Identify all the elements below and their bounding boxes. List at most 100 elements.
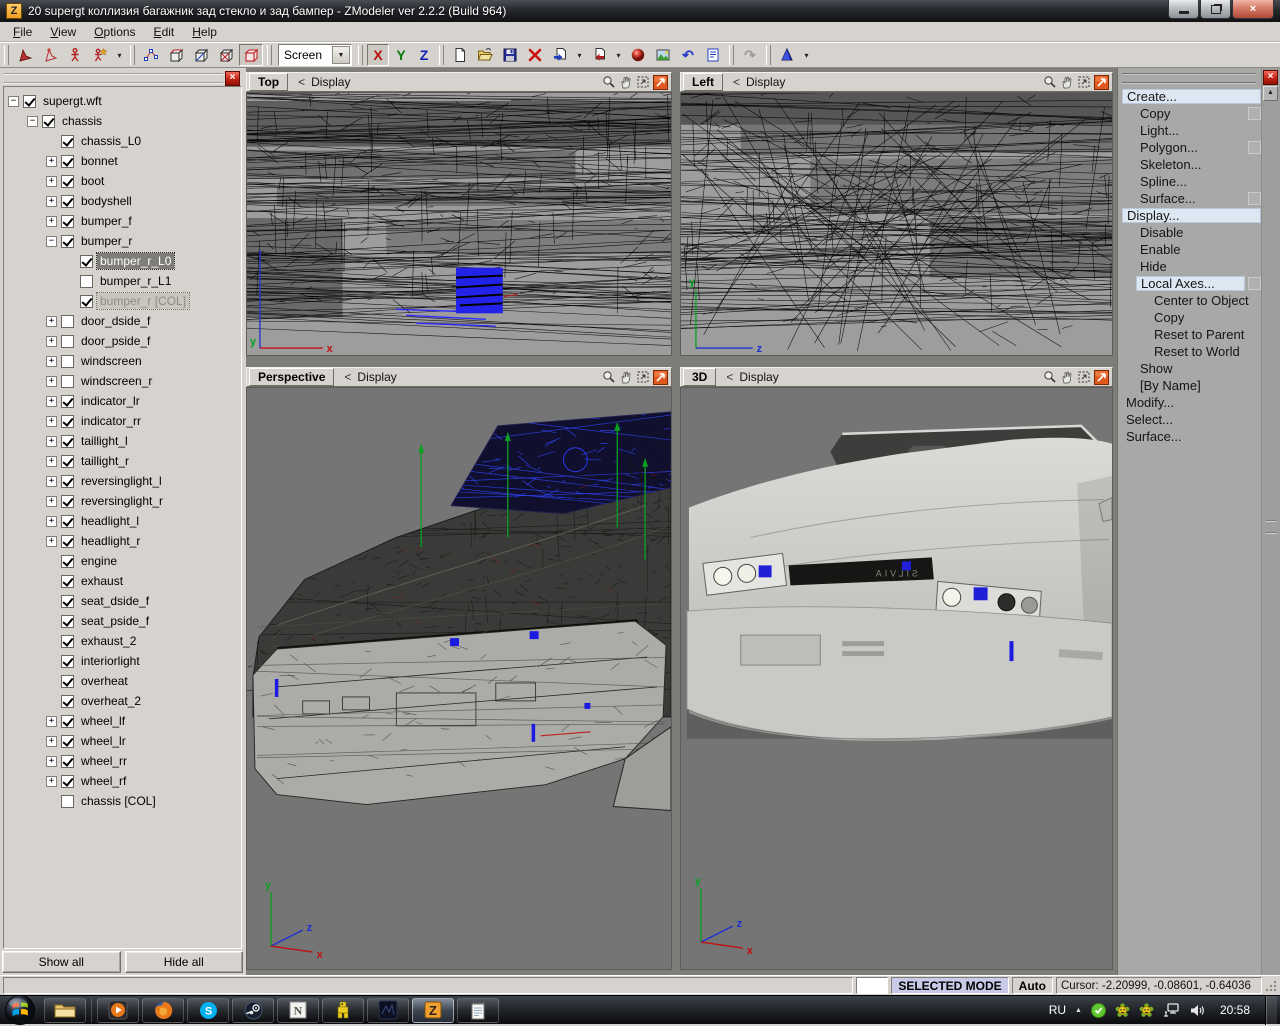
- pan-hand-icon[interactable]: [1060, 370, 1074, 384]
- visibility-checkbox[interactable]: [23, 95, 36, 108]
- tree-item-label[interactable]: overheat_2: [78, 693, 144, 709]
- viewport-mode-label[interactable]: Display: [739, 370, 778, 384]
- material-sphere-button[interactable]: [626, 44, 650, 66]
- command-show[interactable]: Show: [1122, 360, 1261, 377]
- visibility-checkbox[interactable]: [61, 155, 74, 168]
- flower-icon[interactable]: [1115, 1003, 1130, 1018]
- expand-plus-icon[interactable]: +: [46, 176, 57, 187]
- menu-help[interactable]: Help: [183, 23, 226, 41]
- tree-item-bumper_r_l1[interactable]: bumper_r_L1: [4, 271, 241, 291]
- expand-plus-icon[interactable]: +: [46, 736, 57, 747]
- commands-panel-close-icon[interactable]: ×: [1263, 70, 1278, 85]
- tree-item-bumper_r[interactable]: −bumper_r: [4, 231, 241, 251]
- expand-plus-icon[interactable]: +: [46, 776, 57, 787]
- command-label[interactable]: Copy: [1150, 310, 1261, 325]
- minimize-button[interactable]: [1168, 0, 1199, 19]
- viewport-back-arrow[interactable]: <: [733, 75, 740, 89]
- expand-plus-icon[interactable]: +: [46, 756, 57, 767]
- tree-item-label[interactable]: seat_dside_f: [78, 593, 152, 609]
- visibility-checkbox[interactable]: [42, 115, 55, 128]
- command-local-axes-[interactable]: Local Axes...: [1122, 275, 1261, 292]
- visibility-checkbox[interactable]: [61, 575, 74, 588]
- cube-object-button[interactable]: [239, 44, 263, 66]
- expand-plus-icon[interactable]: +: [46, 376, 57, 387]
- visibility-checkbox[interactable]: [61, 355, 74, 368]
- clock[interactable]: 20:58: [1220, 1003, 1250, 1017]
- tree-item-engine[interactable]: engine: [4, 551, 241, 571]
- network-icon[interactable]: [1163, 1003, 1180, 1018]
- skype-status-icon[interactable]: [1091, 1003, 1106, 1018]
- open-file-button[interactable]: [473, 44, 497, 66]
- tree-item-label[interactable]: wheel_rf: [78, 773, 129, 789]
- visibility-checkbox[interactable]: [61, 795, 74, 808]
- tree-item-label[interactable]: taillight_r: [78, 453, 132, 469]
- viewport-top-name-button[interactable]: Top: [249, 73, 288, 91]
- command-enable[interactable]: Enable: [1122, 241, 1261, 258]
- volume-icon[interactable]: [1189, 1003, 1205, 1018]
- dropdown-arrow-icon[interactable]: ▾: [612, 44, 625, 66]
- tree-item-windscreen[interactable]: + windscreen: [4, 351, 241, 371]
- visibility-checkbox[interactable]: [61, 555, 74, 568]
- log-button[interactable]: [701, 44, 725, 66]
- expand-plus-icon[interactable]: +: [46, 356, 57, 367]
- save-file-button[interactable]: [498, 44, 522, 66]
- panel-drag-handle[interactable]: [1122, 73, 1256, 84]
- redo-disabled-button[interactable]: ↷: [738, 44, 762, 66]
- tree-item-interiorlight[interactable]: interiorlight: [4, 651, 241, 671]
- viewport-mode-label[interactable]: Display: [746, 75, 785, 89]
- tree-item-label[interactable]: reversinglight_l: [78, 473, 165, 489]
- tree-item-label[interactable]: seat_pside_f: [78, 613, 152, 629]
- command-modify-[interactable]: Modify...: [1122, 394, 1261, 411]
- command-spline-[interactable]: Spline...: [1122, 173, 1261, 190]
- tree-item-label[interactable]: bumper_r_L1: [97, 273, 174, 289]
- tree-item-label[interactable]: chassis [COL]: [78, 793, 159, 809]
- visibility-checkbox[interactable]: [61, 595, 74, 608]
- tree-item-bumper_f[interactable]: +bumper_f: [4, 211, 241, 231]
- vertices-mode-button[interactable]: [139, 44, 163, 66]
- tree-item-label[interactable]: windscreen: [78, 353, 145, 369]
- visibility-checkbox[interactable]: [61, 375, 74, 388]
- command-display-[interactable]: Display...: [1122, 207, 1261, 224]
- collapse-minus-icon[interactable]: −: [27, 116, 38, 127]
- taskbar-sprite-app[interactable]: [322, 998, 364, 1023]
- expand-plus-icon[interactable]: +: [46, 716, 57, 727]
- close-button[interactable]: ×: [1232, 0, 1274, 19]
- visibility-checkbox[interactable]: [61, 395, 74, 408]
- chevron-down-icon[interactable]: ▼: [332, 46, 350, 64]
- toolbar-grip[interactable]: [439, 45, 444, 65]
- expand-plus-icon[interactable]: +: [46, 156, 57, 167]
- region-zoom-icon[interactable]: [636, 75, 650, 89]
- visibility-checkbox[interactable]: [61, 455, 74, 468]
- tree-item-label[interactable]: chassis: [59, 113, 105, 129]
- command-skeleton-[interactable]: Skeleton...: [1122, 156, 1261, 173]
- visibility-checkbox[interactable]: [61, 675, 74, 688]
- language-indicator[interactable]: RU: [1049, 1003, 1066, 1017]
- zoom-icon[interactable]: [602, 75, 616, 89]
- tree-item-boot[interactable]: +boot: [4, 171, 241, 191]
- visibility-checkbox[interactable]: [61, 655, 74, 668]
- menu-view[interactable]: View: [41, 23, 85, 41]
- collapse-minus-icon[interactable]: −: [8, 96, 19, 107]
- tree-item-label[interactable]: wheel_rr: [78, 753, 130, 769]
- visibility-checkbox[interactable]: [61, 235, 74, 248]
- expand-plus-icon[interactable]: +: [46, 496, 57, 507]
- command-polygon-[interactable]: Polygon...: [1122, 139, 1261, 156]
- command-label[interactable]: Show: [1136, 361, 1261, 376]
- resize-grip[interactable]: [1265, 980, 1277, 992]
- visibility-checkbox[interactable]: [61, 735, 74, 748]
- tree-item-chassis[interactable]: − chassis: [4, 111, 241, 131]
- expand-plus-icon[interactable]: +: [46, 216, 57, 227]
- viewport-mode-label[interactable]: Display: [311, 75, 350, 89]
- command-label[interactable]: Select...: [1122, 412, 1261, 427]
- tree-item-label[interactable]: indicator_rr: [78, 413, 144, 429]
- auto-badge[interactable]: Auto: [1012, 977, 1053, 994]
- tree-item-door_dside_f[interactable]: +door_dside_f: [4, 311, 241, 331]
- viewport-back-arrow[interactable]: <: [298, 75, 305, 89]
- visibility-checkbox[interactable]: [80, 295, 93, 308]
- tree-item-label[interactable]: bumper_r: [78, 233, 135, 249]
- select-figure-star-button[interactable]: [88, 44, 112, 66]
- visibility-checkbox[interactable]: [61, 755, 74, 768]
- command-option-box[interactable]: [1248, 107, 1261, 120]
- taskbar-steam[interactable]: [232, 998, 274, 1023]
- expand-plus-icon[interactable]: +: [46, 536, 57, 547]
